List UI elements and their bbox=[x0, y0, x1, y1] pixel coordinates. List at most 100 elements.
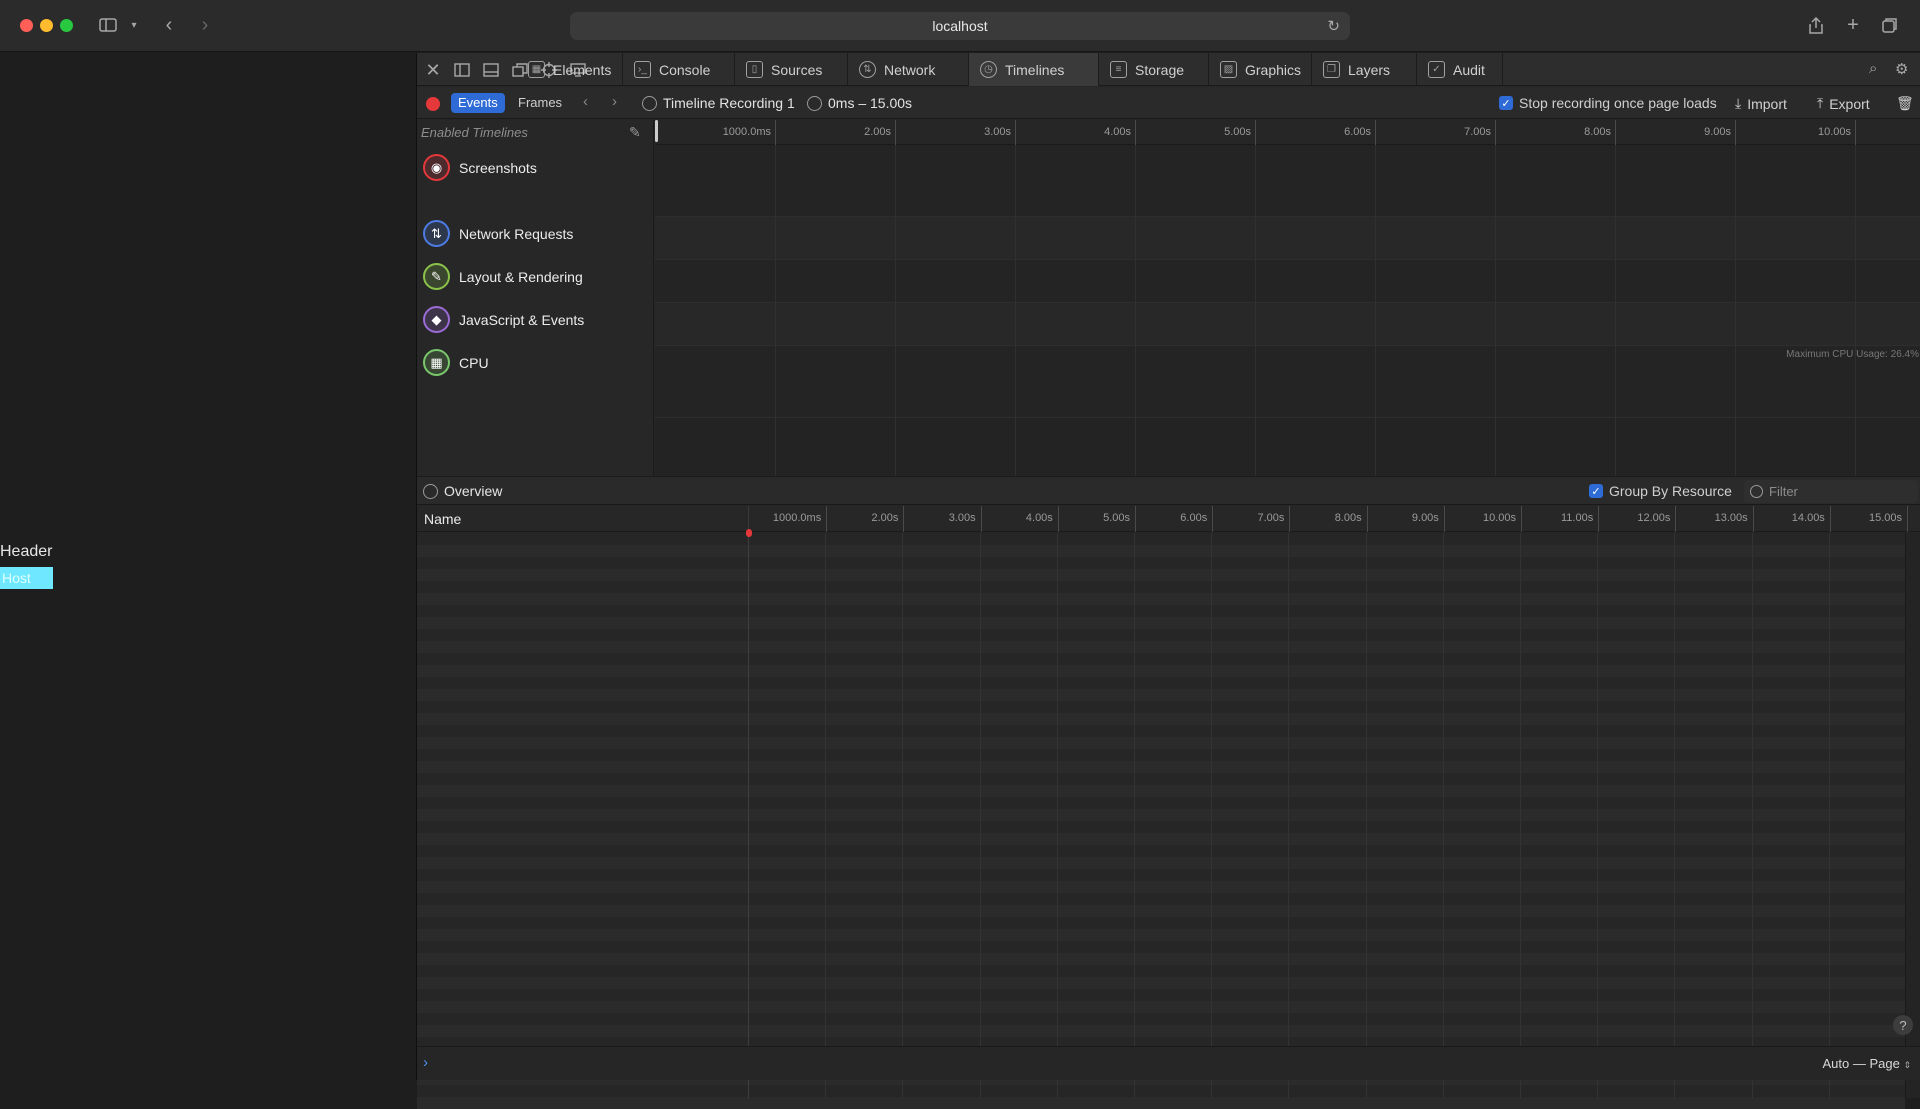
timeline-item-network-requests[interactable]: ⇅ Network Requests bbox=[417, 220, 654, 247]
table-grid-line bbox=[902, 533, 904, 1098]
timelines-icon: ◷ bbox=[980, 61, 997, 78]
tab-layers[interactable]: ❐ Layers bbox=[1312, 53, 1417, 86]
share-icon[interactable] bbox=[1806, 13, 1826, 37]
table-row bbox=[417, 569, 1905, 581]
table-row bbox=[417, 725, 1905, 737]
table-row bbox=[417, 869, 1905, 881]
table-ruler-tick-mark bbox=[980, 506, 982, 532]
forward-arrow-icon[interactable]: › bbox=[196, 13, 214, 37]
tab-sources[interactable]: ▯ Sources bbox=[735, 53, 848, 86]
tab-label: Layers bbox=[1348, 61, 1391, 78]
frames-mode-button[interactable]: Frames bbox=[518, 93, 562, 113]
grid-line bbox=[1855, 145, 1856, 476]
table-ruler-tick-mark bbox=[1135, 506, 1136, 532]
timeline-item-cpu[interactable]: ▦ CPU bbox=[417, 349, 654, 376]
overview-graph[interactable]: Maximum CPU Usage: 26.4% bbox=[655, 145, 1920, 476]
recording-breadcrumb[interactable]: Timeline Recording 1 bbox=[642, 95, 795, 111]
table-row bbox=[417, 629, 1905, 641]
table-ruler-tick-mark bbox=[1521, 506, 1522, 532]
table-ruler-tick-label: 10.00s bbox=[1482, 512, 1516, 524]
tab-overview-icon[interactable] bbox=[1880, 13, 1900, 37]
timeline-item-javascript-events[interactable]: ◆ JavaScript & Events bbox=[417, 306, 654, 333]
back-arrow-icon[interactable]: ‹ bbox=[160, 13, 178, 37]
sources-icon: ▯ bbox=[746, 61, 763, 78]
table-row bbox=[417, 677, 1905, 689]
cpu-chip-icon: ▦ bbox=[423, 349, 450, 376]
close-window-button[interactable] bbox=[20, 19, 33, 32]
table-row bbox=[417, 965, 1905, 977]
table-grid-line bbox=[1828, 533, 1830, 1098]
table-row bbox=[417, 701, 1905, 713]
chevron-down-icon[interactable]: ▾ bbox=[127, 13, 141, 37]
tab-timelines[interactable]: ◷ Timelines bbox=[969, 53, 1099, 86]
execution-context-label: Auto — Page bbox=[1822, 1056, 1900, 1071]
export-button[interactable]: ⤒ Export bbox=[1817, 95, 1870, 112]
timeline-item-label: Layout & Rendering bbox=[459, 268, 583, 285]
events-mode-button[interactable]: Events bbox=[451, 93, 505, 113]
ruler-tick-label: 10.00s bbox=[1817, 126, 1851, 138]
recording-name: Timeline Recording 1 bbox=[663, 95, 795, 111]
checkmark-icon[interactable]: ✓ bbox=[1499, 96, 1513, 110]
tab-graphics[interactable]: ▨ Graphics bbox=[1209, 53, 1312, 86]
timeline-item-screenshots[interactable]: ◉ Screenshots bbox=[417, 154, 654, 181]
tab-elements[interactable]: ▦ Elements bbox=[517, 53, 623, 86]
enabled-timelines-label: Enabled Timelines bbox=[421, 125, 528, 140]
edit-pencil-icon[interactable]: ✎ bbox=[629, 124, 641, 141]
dock-left-icon[interactable] bbox=[452, 60, 472, 80]
playhead-handle[interactable] bbox=[655, 120, 658, 142]
records-table-body bbox=[417, 529, 1907, 1109]
table-ruler-tick-label: 15.00s bbox=[1868, 512, 1902, 524]
forward-chevron-icon[interactable]: › bbox=[612, 93, 617, 110]
minimize-window-button[interactable] bbox=[40, 19, 53, 32]
current-time-marker bbox=[746, 529, 752, 537]
overview-title[interactable]: Overview bbox=[423, 483, 502, 499]
up-down-chevron-icon: ⇕ bbox=[1903, 1060, 1911, 1070]
stop-recording-toggle[interactable]: ✓ Stop recording once page loads bbox=[1499, 95, 1717, 111]
back-chevron-icon[interactable]: ‹ bbox=[583, 93, 588, 110]
table-ruler-tick-label: 12.00s bbox=[1637, 512, 1671, 524]
tab-label: Storage bbox=[1135, 61, 1185, 78]
tab-audit[interactable]: ✓ Audit bbox=[1417, 53, 1503, 86]
dock-bottom-icon[interactable] bbox=[481, 60, 501, 80]
layout-lane bbox=[655, 260, 1920, 303]
table-row bbox=[417, 809, 1905, 821]
group-by-resource-toggle[interactable]: ✓ Group By Resource bbox=[1589, 483, 1732, 499]
sidebar-toggle-icon[interactable] bbox=[97, 13, 119, 37]
table-row bbox=[417, 797, 1905, 809]
import-button[interactable]: ⤓ Import bbox=[1735, 95, 1787, 112]
table-ruler-tick-label: 6.00s bbox=[1180, 512, 1208, 524]
tab-label: Graphics bbox=[1245, 61, 1302, 78]
name-column-header[interactable]: Name bbox=[424, 511, 461, 527]
zoom-window-button[interactable] bbox=[60, 19, 73, 32]
new-tab-icon[interactable]: + bbox=[1843, 13, 1863, 37]
tab-storage[interactable]: ≡ Storage bbox=[1099, 53, 1209, 86]
time-range-clock-icon bbox=[807, 95, 822, 111]
grid-line bbox=[775, 145, 776, 476]
search-icon[interactable]: ⌕ bbox=[1869, 60, 1877, 77]
help-button[interactable]: ? bbox=[1893, 1015, 1913, 1035]
record-button[interactable] bbox=[426, 97, 440, 111]
close-inspector-icon[interactable]: ✕ bbox=[423, 60, 443, 80]
filter-input[interactable]: Filter bbox=[1744, 480, 1918, 503]
console-prompt-chevron-icon[interactable]: › bbox=[423, 1054, 428, 1071]
time-range-breadcrumb[interactable]: 0ms – 15.00s bbox=[807, 95, 912, 111]
table-row bbox=[417, 653, 1905, 665]
timeline-item-layout-rendering[interactable]: ✎ Layout & Rendering bbox=[417, 263, 654, 290]
address-bar[interactable]: localhost ↻ bbox=[570, 12, 1350, 40]
vertical-scrollbar[interactable] bbox=[1905, 533, 1920, 1098]
paintbrush-icon: ✎ bbox=[423, 263, 450, 290]
table-grid-line bbox=[1520, 533, 1521, 1098]
trash-icon[interactable]: 🗑 bbox=[1896, 95, 1914, 112]
execution-context-selector[interactable]: Auto — Page ⇕ bbox=[1823, 1056, 1912, 1071]
screenshots-lane bbox=[655, 145, 1920, 217]
grid-line bbox=[1015, 145, 1016, 476]
settings-gear-icon[interactable]: ⚙ bbox=[1895, 60, 1908, 78]
tab-network[interactable]: ⇅ Network bbox=[848, 53, 969, 86]
ruler-tick: 10.00s bbox=[655, 120, 1855, 145]
time-range-text: 0ms – 15.00s bbox=[828, 95, 913, 111]
checkmark-icon[interactable]: ✓ bbox=[1589, 484, 1603, 498]
tab-console[interactable]: ›_ Console bbox=[623, 53, 735, 86]
table-row bbox=[417, 893, 1905, 905]
inspector-tab-bar: ✕ ▦ Elements ›_ Console ▯ Sources ⇅ Network ◷ Tim… bbox=[417, 53, 1920, 86]
reload-icon[interactable]: ↻ bbox=[1327, 17, 1340, 35]
